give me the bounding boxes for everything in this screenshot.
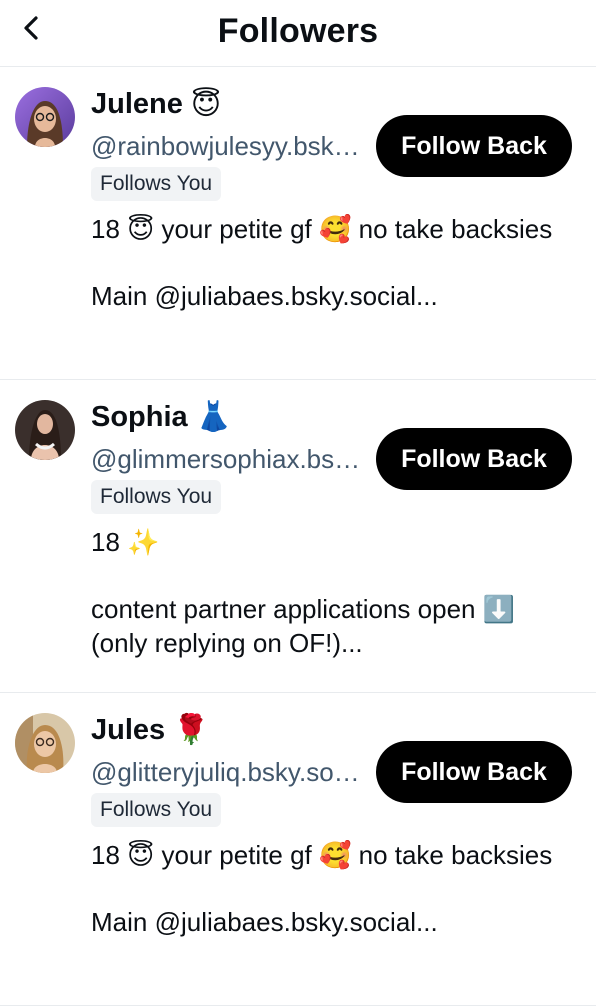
follower-name-text: Jules xyxy=(91,713,166,746)
follower-handle[interactable]: @rainbowjulesyy.bsky.social xyxy=(91,131,367,162)
follower-handle[interactable]: @glimmersophiax.bsky.social xyxy=(91,444,367,475)
follower-name-text: Julene xyxy=(91,88,183,120)
avatar[interactable] xyxy=(15,400,75,460)
follower-bio: 18 😇 your petite gf 🥰 no take backsies M… xyxy=(91,840,553,937)
avatar[interactable] xyxy=(15,713,75,773)
follower-row[interactable]: Sophia 👗 @glimmersophiax.bsky.social Fol… xyxy=(0,380,596,693)
page-title: Followers xyxy=(217,11,379,50)
follower-row[interactable]: Jules 🌹 @glitteryjuliq.bsky.social Follo… xyxy=(0,693,596,1006)
name-emoji: 👗 xyxy=(195,401,232,433)
follower-name-text: Sophia xyxy=(91,400,188,433)
follow-back-button[interactable]: Follow Back xyxy=(376,428,572,490)
follow-back-button[interactable]: Follow Back xyxy=(376,741,572,803)
chevron-left-icon xyxy=(24,16,38,40)
avatar[interactable] xyxy=(15,87,75,147)
name-emoji: 😇 xyxy=(190,89,222,121)
follows-you-badge: Follows You xyxy=(91,793,222,827)
follow-back-button[interactable]: Follow Back xyxy=(376,115,572,177)
back-button[interactable] xyxy=(14,10,50,46)
follows-you-badge: Follows You xyxy=(91,167,222,201)
follower-name[interactable]: Sophia 👗 xyxy=(91,400,232,434)
follows-you-badge: Follows You xyxy=(91,480,222,514)
follower-bio: 18 ✨ content partner applications open ⬇… xyxy=(91,527,516,658)
app-header: Followers xyxy=(0,0,596,67)
follower-name[interactable]: Jules 🌹 xyxy=(91,713,209,747)
follower-bio: 18 😇 your petite gf 🥰 no take backsies M… xyxy=(91,214,553,311)
name-emoji: 🌹 xyxy=(173,714,210,746)
follower-row[interactable]: Julene 😇 @rainbowjulesyy.bsky.social Fol… xyxy=(0,67,596,380)
follower-name[interactable]: Julene 😇 xyxy=(91,87,221,122)
follower-handle[interactable]: @glitteryjuliq.bsky.social xyxy=(91,757,367,788)
